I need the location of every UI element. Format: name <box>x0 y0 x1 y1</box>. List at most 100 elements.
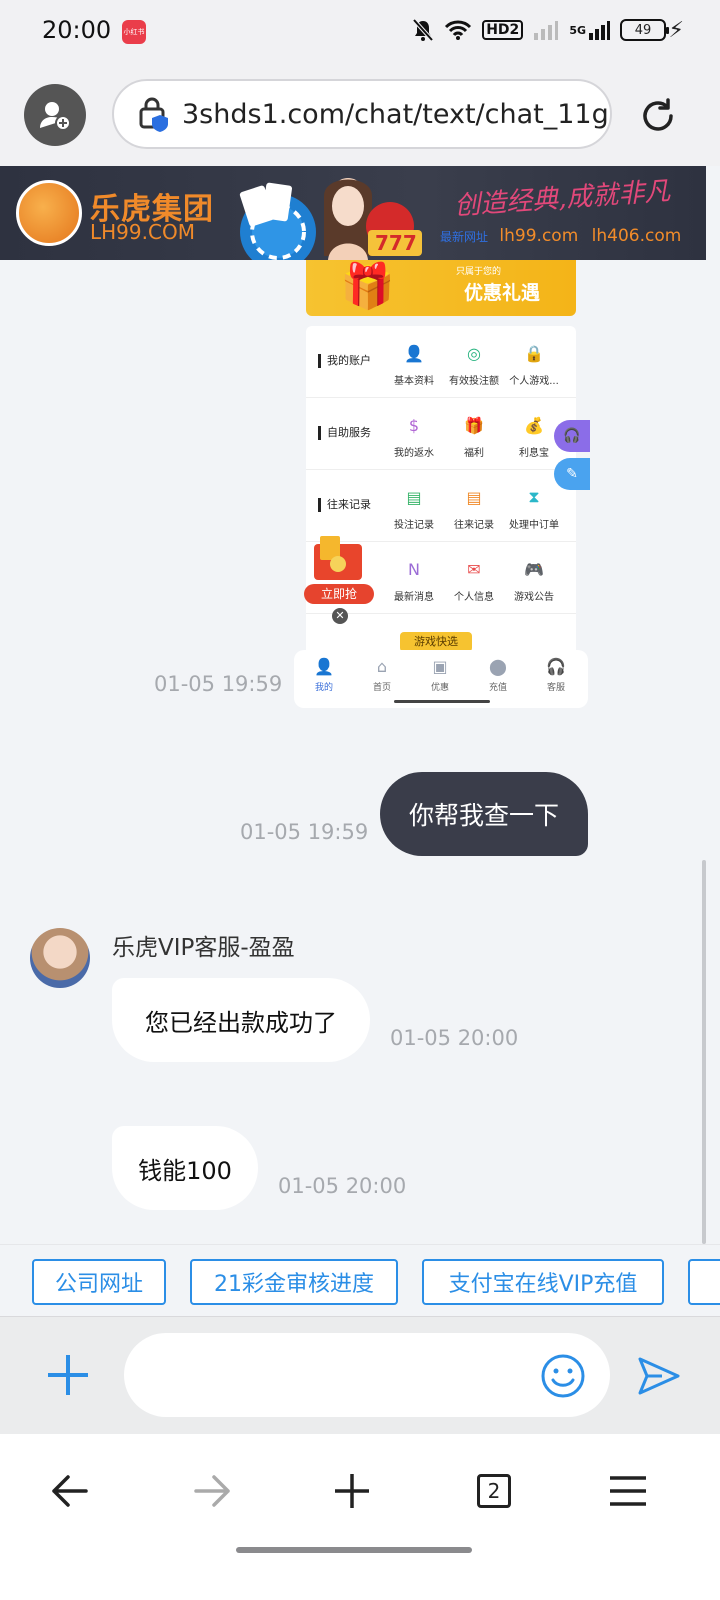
signal-5g-icon: 5G <box>569 19 610 41</box>
banner-url-label: 最新网址 <box>440 230 489 244</box>
app-nav-label: 优惠 <box>430 683 449 693</box>
app-nav-label: 客服 <box>546 683 565 693</box>
plus-icon <box>48 1355 88 1395</box>
send-icon[interactable] <box>636 1353 682 1399</box>
add-user-icon <box>40 102 71 131</box>
new-tab-button[interactable] <box>322 1464 382 1518</box>
menu-row-label: 我的账户 <box>318 354 371 368</box>
address-bar[interactable]: 3shds1.com/chat/text/chat_11gU <box>112 79 612 149</box>
scrollbar[interactable] <box>702 860 706 1244</box>
outgoing-message[interactable]: 你帮我查一下 <box>380 772 588 856</box>
status-icons: HD2 5G 49 <box>412 18 669 42</box>
hourglass-icon: ⧗ <box>528 487 540 506</box>
arrow-left-icon <box>52 1475 88 1507</box>
app-nav-label: 首页 <box>372 683 391 693</box>
menu-row: 我的账户 👤 基本资料 ◎ 有效投注额 🔒 个人游戏... <box>306 326 576 398</box>
menu-grid-item: 👤 基本资料 <box>384 340 444 388</box>
attach-button[interactable] <box>44 1351 92 1399</box>
reload-button[interactable] <box>636 94 680 138</box>
chat-messages[interactable]: 🎁 只属于您的 优惠礼遇 我的账户 👤 基本资料 ◎ 有效投注额 🔒 个人游戏... 自助服务… <box>0 260 720 1244</box>
hd-voice-icon: HD2 <box>482 20 524 40</box>
menu-grid-label: 基本资料 <box>394 376 434 387</box>
gift-icon: 🎁 <box>464 415 484 435</box>
quick-reply-chip[interactable] <box>688 1259 720 1305</box>
message-time: 01-05 20:00 <box>390 1026 519 1050</box>
forward-button[interactable] <box>182 1464 242 1518</box>
banner-url: lh99.com <box>499 226 579 246</box>
menu-grid-label: 我的返水 <box>394 448 434 459</box>
app-nav-item: 👤 我的 <box>304 658 344 694</box>
menu-grid-label: 利息宝 <box>519 448 549 459</box>
emoji-icon[interactable] <box>540 1353 586 1399</box>
menu-grid-label: 处理中订单 <box>509 520 559 531</box>
headset-icon: 🎧 <box>554 420 590 452</box>
status-bar: 20:00 小红书 HD2 5G 49 ⚡ <box>0 0 720 64</box>
doc-icon: ▤ <box>466 487 482 507</box>
hamburger-menu-icon <box>610 1476 646 1506</box>
game-quick-select-tag: 游戏快选 <box>400 632 472 652</box>
menu-row: 自助服务 $ 我的返水 🎁 福利 💰 利息宝 <box>306 398 576 470</box>
app-nav-label: 充值 <box>488 683 507 693</box>
reload-icon <box>643 98 673 131</box>
home-indicator <box>394 700 490 703</box>
menu-grid-item: N 最新消息 <box>384 556 444 604</box>
headset-icon: 🎧 <box>546 657 566 676</box>
menu-row: 往来记录 ▤ 投注记录 ▤ 往来记录 ⧗ 处理中订单 <box>306 470 576 542</box>
app-nav-item: ▣ 优惠 <box>420 657 460 694</box>
menu-grid-label: 往来记录 <box>454 520 494 531</box>
tabs-button[interactable]: 2 <box>464 1464 524 1518</box>
menu-button[interactable] <box>598 1464 658 1518</box>
doc-icon: ▤ <box>406 487 422 507</box>
gift-box-icon: 🎁 <box>340 261 395 312</box>
mute-bell-icon <box>412 18 434 42</box>
promo-small-text: 只属于您的 <box>456 267 502 277</box>
menu-row-label: 自助服务 <box>318 426 371 440</box>
rebate-icon: $ <box>408 415 420 435</box>
casino-art-icon: 777 <box>239 178 422 260</box>
tab-count: 2 <box>477 1474 511 1508</box>
image-message[interactable]: 🎁 只属于您的 优惠礼遇 我的账户 👤 基本资料 ◎ 有效投注额 🔒 个人游戏... 自助服务… <box>294 260 590 708</box>
agent-avatar[interactable] <box>30 928 90 988</box>
message-input[interactable] <box>124 1333 610 1417</box>
incoming-message[interactable]: 钱能100 <box>112 1126 258 1210</box>
battery-icon: 49 <box>620 19 669 41</box>
menu-grid-item: 🔒 个人游戏... <box>504 340 564 388</box>
tiger-logo-icon <box>16 180 82 246</box>
banner-slogan: 创造经典,成就非凡 <box>453 176 672 222</box>
message-time: 01-05 19:59 <box>154 672 283 696</box>
account-menu-card: 我的账户 👤 基本资料 ◎ 有效投注额 🔒 个人游戏... 自助服务 $ 我的返水 🎁 福利 💰 利息宝往… <box>306 326 576 656</box>
menu-grid-label: 个人游戏... <box>509 376 559 387</box>
close-icon: ✕ <box>332 608 348 624</box>
message-composer <box>0 1316 720 1434</box>
app-nav-label: 我的 <box>314 683 333 693</box>
quick-reply-chip[interactable]: 公司网址 <box>32 1259 166 1305</box>
menu-grid-item: 🎁 福利 <box>444 412 504 460</box>
incoming-message[interactable]: 您已经出款成功了 <box>112 978 370 1062</box>
quick-reply-chip[interactable]: 21彩金审核进度 <box>190 1259 398 1305</box>
gift-icon: ▣ <box>432 657 448 676</box>
menu-grid-label: 有效投注额 <box>449 376 499 387</box>
lock-icon: 🔒 <box>524 343 544 363</box>
banner-url: lh406.com <box>591 226 682 246</box>
promo-title: 优惠礼遇 <box>464 282 541 304</box>
menu-grid-item: 🎮 游戏公告 <box>504 556 564 604</box>
menu-grid-label: 最新消息 <box>394 592 434 603</box>
new-badge-icon: N <box>408 559 420 579</box>
edit-icon: ✎ <box>554 458 590 490</box>
mail-icon: ✉ <box>467 559 481 579</box>
quick-reply-chip[interactable]: 支付宝在线VIP充值 <box>422 1259 664 1305</box>
back-button[interactable] <box>40 1464 100 1518</box>
quick-reply-bar[interactable]: 公司网址 21彩金审核进度 支付宝在线VIP充值 <box>0 1244 720 1316</box>
menu-grid-label: 个人信息 <box>454 592 494 603</box>
message-time: 01-05 20:00 <box>278 1174 407 1198</box>
menu-row-label: 往来记录 <box>318 498 371 512</box>
banner-domain: LH99.COM <box>90 220 195 244</box>
status-time: 20:00 <box>42 16 112 44</box>
svg-text:777: 777 <box>375 231 417 255</box>
ad-banner[interactable]: 乐虎集团 LH99.COM 777 创造经典,成就非凡 最新网址 lh99.co… <box>0 166 706 260</box>
user-icon: 👤 <box>404 343 424 363</box>
agent-name: 乐虎VIP客服-盈盈 <box>112 935 295 961</box>
system-home-indicator[interactable] <box>236 1547 472 1553</box>
profile-button[interactable] <box>24 84 86 146</box>
wallet-icon: ⬤ <box>489 657 507 676</box>
